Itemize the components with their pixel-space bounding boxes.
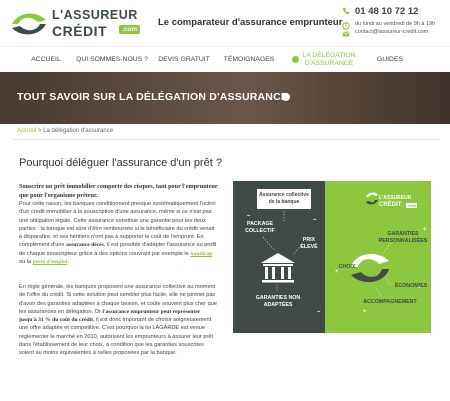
nav-item-delegation[interactable]: LA DÉLÉGATION D'ASSURANCE	[300, 47, 358, 73]
package-collectif-label: PACKAGE COLLECTIF	[245, 221, 275, 234]
accompagnement-label: ACCOMPAGNEMENT	[363, 299, 417, 305]
page-title: Pourquoi déléguer l'assurance d'un prêt …	[19, 157, 222, 169]
nav-item-accueil[interactable]: ACCUEIL	[26, 47, 66, 73]
paragraph-2: En règle générale, les banques proposent…	[19, 283, 219, 358]
nav-item-qui-sommes-nous[interactable]: QUI SOMMES-NOUS ?	[76, 47, 148, 73]
mail-icon	[342, 31, 350, 37]
bank-insurance-label: Assurance collective de la banque	[257, 189, 311, 209]
garanties-non-adaptees-label: GARANTIES NON ADAPTÉES	[255, 295, 301, 308]
breadcrumb-current: La délégation d'assurance	[43, 128, 114, 134]
paragraph-1-text-e: .	[67, 259, 69, 266]
comparison-infographic: – – – + + + + Assurance collective de la…	[233, 181, 431, 333]
economies-label: ÉCONOMIES	[394, 283, 428, 289]
infographic-logo-line1: L'ASSUREUR	[379, 195, 412, 201]
logo-mark-icon	[12, 13, 46, 35]
nav-item-delegation-line1: LA DÉLÉGATION	[302, 52, 356, 60]
site-logo[interactable]: L'ASSUREUR CRÉDIT .com	[10, 6, 150, 42]
hero-dot-icon	[282, 93, 290, 101]
paragraph-1-text-d: ou la	[19, 259, 33, 266]
handicap-link[interactable]: handicap	[190, 251, 212, 257]
svg-text:+: +	[363, 309, 367, 315]
divider	[13, 139, 440, 140]
nav-item-temoignages[interactable]: TÉMOIGNAGES	[222, 47, 276, 73]
hero-banner: TOUT SAVOIR SUR LA DÉLÉGATION D'ASSURANC…	[0, 72, 450, 124]
infographic-logo-badge: .com	[406, 203, 418, 208]
site-header: L'ASSUREUR CRÉDIT .com Le comparateur d'…	[0, 0, 450, 46]
perte-emploi-link[interactable]: perte d'emploi	[33, 259, 68, 265]
breadcrumb-home[interactable]: Accueil	[17, 128, 36, 134]
site-tagline: Le comparateur d'assurance emprunteur	[158, 17, 343, 28]
svg-text:–: –	[313, 217, 317, 223]
breadcrumb: Accueil > La délégation d'assurance	[17, 128, 113, 134]
active-nav-dot	[292, 56, 299, 63]
main-nav: ACCUEIL QUI SOMMES-NOUS ? DEVIS GRATUIT …	[0, 46, 450, 72]
garanties-personnalisees-label: GARANTIES PERSONNALISÉES	[378, 231, 428, 244]
clock-icon	[342, 22, 350, 30]
svg-text:–: –	[247, 213, 251, 219]
phone-number[interactable]: 01 48 10 72 12	[355, 6, 418, 17]
prix-eleve-label: PRIX ÉLEVÉ	[300, 237, 318, 250]
svg-text:–: –	[317, 309, 321, 315]
logo-badge: .com	[119, 25, 141, 34]
paragraph-1-bold: assurance décès	[66, 242, 104, 249]
broker-small-logo-mark	[366, 192, 378, 205]
logo-line1: L'ASSUREUR	[52, 8, 138, 22]
infographic-logo-line2: CRÉDIT	[379, 202, 402, 208]
hero-title: TOUT SAVOIR SUR LA DÉLÉGATION D'ASSURANC…	[17, 91, 289, 103]
paragraph-1: Pour cette raison, les banques condition…	[19, 200, 219, 266]
nav-item-delegation-line2: D'ASSURANCE	[304, 60, 354, 67]
logo-line2: CRÉDIT	[52, 23, 108, 39]
contact-email[interactable]: contact@lassureur-credit.com	[355, 29, 428, 35]
phone-icon	[343, 7, 350, 14]
nav-item-guides[interactable]: GUIDES	[372, 47, 408, 73]
nav-item-devis-gratuit[interactable]: DEVIS GRATUIT	[158, 47, 210, 73]
intro-text: Souscrire un prêt immobilier comporte de…	[19, 183, 218, 199]
bank-icon	[261, 253, 295, 283]
opening-hours: du lundi au vendredi de 9h à 19h	[355, 21, 436, 27]
choix-label: CHOIX	[338, 264, 356, 270]
